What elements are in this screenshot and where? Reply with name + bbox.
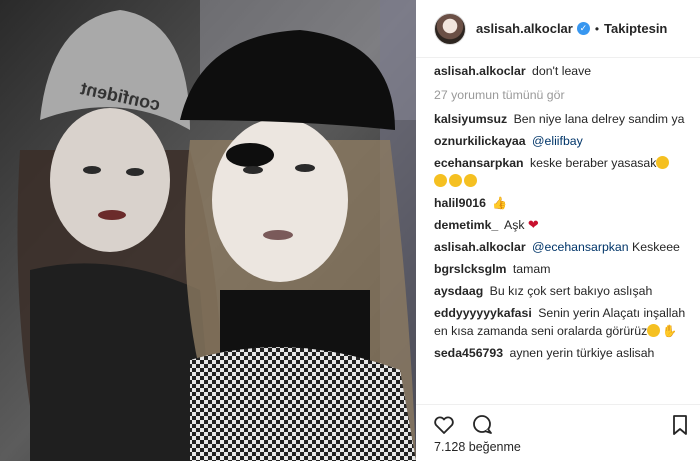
comment-username[interactable]: kalsiyumsuz	[434, 112, 507, 126]
comment-item: kalsiyumsuz Ben niye lana delrey sandim …	[434, 110, 688, 128]
comment-username[interactable]: bgrslcksglm	[434, 262, 506, 276]
smiley-icon	[647, 324, 661, 337]
comment-mention[interactable]: @ecehansarpkan	[532, 240, 629, 254]
comment-text: Ben niye lana delrey sandim ya	[513, 112, 685, 126]
comment-item: bgrslcksglm tamam	[434, 260, 688, 278]
comment-username[interactable]: eddyyyyyykafasi	[434, 306, 532, 320]
comment-item: aysdaag Bu kız çok sert bakıyo aslışah	[434, 282, 688, 300]
sad-face-icon	[434, 174, 447, 187]
comment-item: demetimk_ Aşk ❤	[434, 216, 688, 234]
comment-username[interactable]: ecehansarpkan	[434, 156, 524, 170]
caption-text: don't leave	[532, 64, 592, 78]
photo-illustration: confident	[0, 0, 416, 461]
caption-username[interactable]: aslisah.alkoclar	[434, 64, 526, 78]
comment-item: seda456793 aynen yerin türkiye aslisah	[434, 344, 688, 362]
post-panel: aslisah.alkoclar ✓ • Takiptesin aslisah.…	[416, 0, 700, 461]
comment-text: aynen yerin türkiye aslisah	[509, 346, 655, 360]
comment-item: eddyyyyyykafasi Senin yerin Alaçatı inşa…	[434, 304, 688, 340]
clapping-hand-icon: ✋	[662, 324, 678, 338]
heart-emoji-icon: ❤	[527, 217, 539, 232]
post-header: aslisah.alkoclar ✓ • Takiptesin	[416, 0, 700, 58]
header-username[interactable]: aslisah.alkoclar	[476, 21, 573, 36]
comment-username[interactable]: demetimk_	[434, 218, 498, 232]
verified-badge-icon: ✓	[576, 22, 590, 35]
comment-item: ecehansarpkan keske beraber yasasak	[434, 154, 688, 190]
view-all-comments-link[interactable]: 27 yorumun tümünü gör	[434, 88, 688, 102]
comment-text: tamam	[512, 262, 551, 276]
sad-face-icon	[449, 174, 462, 187]
caption: aslisah.alkoclar don't leave	[434, 62, 688, 80]
comments-list[interactable]: aslisah.alkoclar don't leave 27 yorumun …	[416, 62, 700, 402]
follow-button[interactable]: Takiptesin	[604, 21, 667, 36]
comment-text: Keskeee	[632, 240, 680, 254]
comment-item: oznurkilickayaa @eliifbay	[434, 132, 688, 150]
comment-text: keske beraber yasasak	[529, 156, 657, 170]
comment-username[interactable]: aslisah.alkoclar	[434, 240, 526, 254]
action-bar	[416, 404, 700, 440]
sad-face-icon	[464, 174, 477, 187]
comment-username[interactable]: halil9016	[434, 196, 486, 210]
likes-count[interactable]: 7.128 beğenme	[434, 440, 521, 454]
comment-username[interactable]: seda456793	[434, 346, 503, 360]
comment-item: aslisah.alkoclar @ecehansarpkan Keskeee	[434, 238, 688, 256]
comment-item: halil9016 👍	[434, 194, 688, 212]
post-photo[interactable]: confident	[0, 0, 416, 461]
bookmark-icon[interactable]	[668, 413, 692, 437]
avatar[interactable]	[434, 12, 466, 45]
sad-face-icon	[656, 156, 670, 169]
comment-username[interactable]: aysdaag	[434, 284, 483, 298]
comment-text: Aşk	[504, 218, 525, 232]
heart-icon[interactable]	[432, 413, 456, 437]
header-separator: •	[594, 21, 600, 36]
thumbs-up-icon: 👍	[492, 196, 508, 210]
comment-text: Bu kız çok sert bakıyo aslışah	[489, 284, 653, 298]
comment-icon[interactable]	[470, 413, 494, 437]
comment-username[interactable]: oznurkilickayaa	[434, 134, 526, 148]
comment-mention[interactable]: @eliifbay	[532, 134, 583, 148]
